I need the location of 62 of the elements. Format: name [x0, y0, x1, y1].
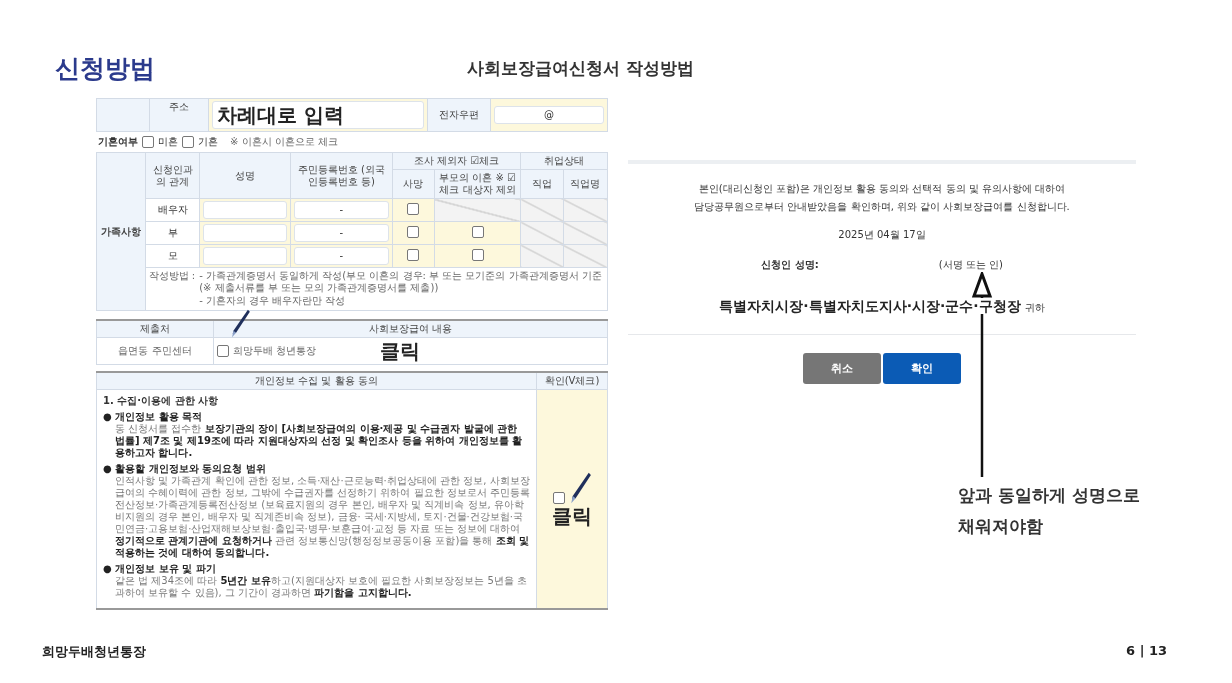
column-header: 확인(V체크): [536, 372, 608, 390]
checkbox[interactable]: [407, 225, 420, 238]
click-annotation: 클릭: [552, 506, 592, 526]
email-field[interactable]: @: [494, 106, 604, 124]
note-text: - 가족관계증명서 동일하게 작성(부모 이혼의 경우: 부 또는 모기준의 가족관계증명서 기준 (※ 제출서류를 부 또는 모의 가족관계증명서를 제출)): [199, 270, 603, 294]
item-title: ● 활용할 개인정보와 동의요청 범위: [103, 463, 267, 475]
confirm-button[interactable]: 확인: [883, 353, 961, 384]
table-cell: 읍면동 주민센터: [96, 337, 214, 365]
column-header: 사회보장급여 내용: [213, 320, 608, 338]
pen-icon: [569, 472, 591, 504]
checkbox[interactable]: [217, 345, 229, 357]
checkbox[interactable]: [553, 492, 565, 504]
checkbox-label: 기혼: [198, 136, 218, 148]
slide-subtitle: 사회보장급여신청서 작성방법: [467, 56, 694, 80]
addressee-suffix: 귀하: [1024, 302, 1045, 313]
checkbox[interactable]: [471, 225, 484, 238]
checkbox[interactable]: [407, 202, 420, 215]
statement-text: 본인(대리신청인 포함)은 개인정보 활용 동의와 선택적 동의 및 유의사항에 대하여 담당공무원으로부터 안내받았음을 확인하며, 위와 같이 사회보장급여를 신청합니다.: [693, 182, 1071, 214]
item-title: ● 개인정보 활용 목적: [103, 411, 204, 423]
footer-brand: 희망두배청년통장: [42, 643, 146, 661]
column-header: 취업상태: [520, 152, 608, 170]
checkbox-label: 희망두배 청년통장: [233, 345, 317, 357]
item-title: ● 개인정보 보유 및 파기: [103, 563, 217, 575]
table-cell: 배우자: [145, 198, 200, 222]
date-text: 2025년 04월 17일: [837, 228, 927, 242]
column-header: 조사 제외자 ☑체크: [392, 152, 521, 170]
checkbox[interactable]: [407, 248, 420, 261]
column-header: 성명: [199, 152, 291, 199]
column-header: 부모의 이혼 ※ ☑체크 대상자 제외: [434, 169, 521, 199]
signature-hint: (서명 또는 인): [938, 258, 1003, 272]
field-label: 기혼여부: [98, 136, 138, 148]
table-cell: [96, 98, 150, 132]
column-header: 신청인과의 관계: [145, 152, 200, 199]
checkbox-label: 미혼: [158, 136, 178, 148]
pen-icon: [229, 309, 251, 338]
id-number-field[interactable]: -: [294, 224, 389, 242]
note-label: 작성방법 :: [148, 270, 196, 283]
table-cell: 모: [145, 244, 200, 268]
checkbox[interactable]: [182, 136, 194, 148]
slide-title: 신청방법: [55, 52, 155, 85]
consent-text: 동 신청서를 접수한 보장기관의 장이 [사회보장급여의 이용·제공 및 수급권자 발굴에 관한 법률] 제7조 및 제19조에 따라 지원대상자의 선정 및 확인조사 등을 위하여 개인정보를 활용하고자 합니다.: [114, 423, 524, 459]
column-header: 개인정보 수집 및 활용 동의: [96, 372, 537, 390]
id-number-field[interactable]: -: [294, 247, 389, 265]
checkbox[interactable]: [471, 248, 484, 261]
section-title: 1. 수집·이용에 관한 사항: [103, 395, 219, 407]
signer-label: 신청인 성명:: [761, 258, 819, 272]
address-field[interactable]: 차례대로 입력: [212, 101, 424, 129]
column-header: 주민등록번호 (외국인등록번호 등): [290, 152, 393, 199]
page-number: 6 | 13: [1126, 643, 1167, 660]
table-cell: 부: [145, 221, 200, 245]
table-cell: 주소: [149, 98, 209, 132]
note-text: - 기혼자의 경우 배우자란만 작성: [199, 295, 347, 307]
id-number-field[interactable]: -: [294, 201, 389, 219]
click-annotation: 클릭: [380, 341, 421, 361]
consent-text: 같은 법 제34조에 따라 5년간 보유하고(지원대상자 보호에 필요한 사회보장정보는 5년을 초과하여 보유할 수 있음), 그 기간이 경과하면 파기함을 고지합니다.: [114, 575, 529, 599]
checkbox[interactable]: [142, 136, 154, 148]
cancel-button[interactable]: 취소: [803, 353, 881, 384]
consent-text: 인적사항 및 가족관계 확인에 관한 정보, 소득·재산·근로능력·취업상태에 관한 정보, 사회보장급여의 수혜이력에 관한 정보, 그밖에 수급권자를 선정하기 위하여 필요한 정보로서 주민등록전산정보·가족관계등록전산정보 (보육료지원의 경우 본인, 배우자 및 직계비속 정보, 유아학비지원의 경우 본인, 배우자 및 직계존비속 정보), 금융· 국세·지방세, 토지·건물·건강보험·국민연금·고용보험·산업재해보상보험·출입국·병무·보훈급여·교정 등 자료 또는 정보에 대하여 정기적으로 관계기관에 요청하거나 관련 정보통신망(행정정보공동이용 포함)을 통해 조회 및 적용하는 것에 대하여 동의합니다.: [114, 475, 530, 559]
table-cell: 전자우편: [427, 98, 491, 132]
hint-text: ※ 이혼시 이혼으로 체크: [230, 136, 338, 148]
table-cell: 가족사항: [96, 152, 146, 311]
column-header: 제출처: [96, 320, 214, 338]
